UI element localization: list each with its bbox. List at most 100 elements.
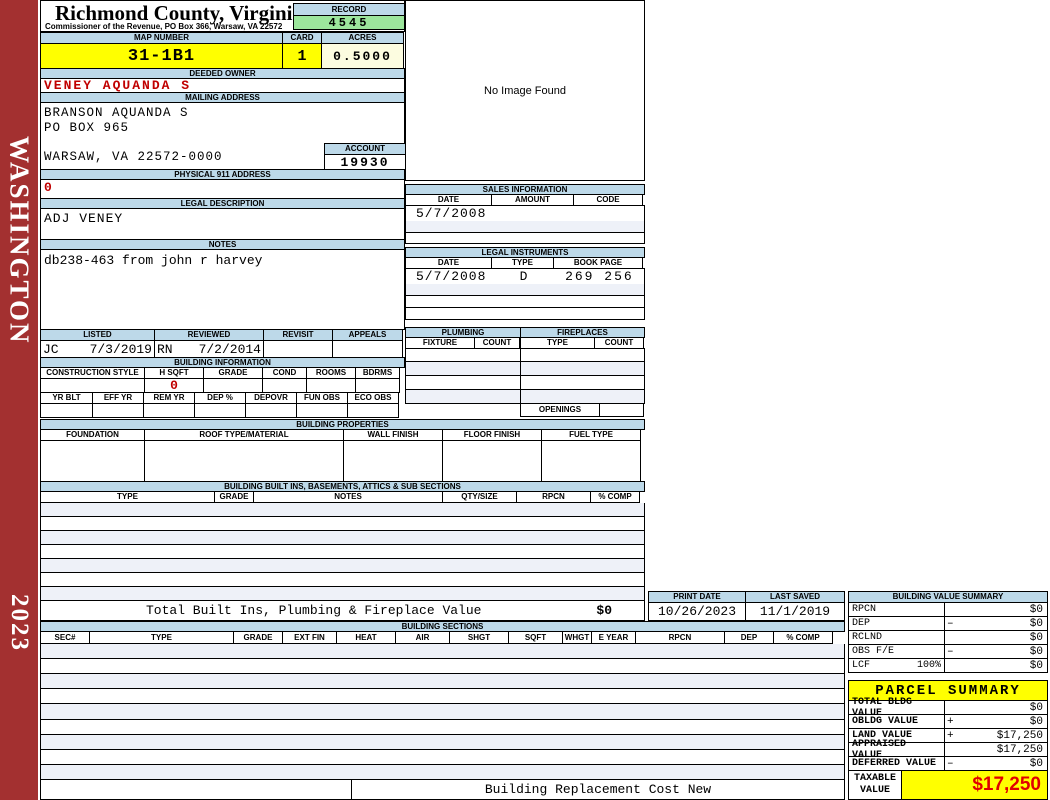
mailing-address-box: BRANSON AQUANDA S PO BOX 965 WARSAW, VA … [40,102,406,171]
empty-row [406,348,520,362]
empty-row [41,644,844,660]
bvs-rclnd-label: RCLND [852,632,883,643]
empty-row [41,704,844,720]
effyr-value [92,403,144,418]
county-subtitle: Commissioner of the Revenue, PO Box 366,… [45,22,283,31]
listed-by: JC [43,341,59,357]
total-bldg-value: $0 [1029,701,1043,714]
empty-row [406,233,644,244]
foundation-value [40,440,145,482]
deferred-label: DEFERRED VALUE [852,758,937,769]
funobs-value [296,403,348,418]
record-value: 4545 [293,15,405,30]
empty-row [406,296,644,308]
bdrms-value [355,378,400,393]
empty-row [406,376,520,390]
listed-value: JC 7/3/2019 [40,340,155,358]
empty-row [521,362,644,376]
reviewed-value: RN 7/2/2014 [154,340,264,358]
builtin-type-label: TYPE [40,491,215,503]
builtin-comp-label: % COMP [590,491,640,503]
map-number-value: 31-1B1 [40,43,283,69]
mailing-line-2: PO BOX 965 [44,121,130,135]
construction-style-value [40,378,145,393]
section-grade-label: GRADE [233,631,283,644]
bvs-lcf-pct: 100% [916,660,941,671]
section-type-label: TYPE [89,631,234,644]
section-air-label: AIR [395,631,450,644]
photo-panel: No Image Found [405,0,645,181]
yrblt-value [40,403,93,418]
bvs-obs-value: $0 [1029,645,1043,658]
built-ins-total-label: Total Built Ins, Plumbing & Fireplace Va… [146,603,482,618]
bvs-obs-sign: – [947,645,954,658]
fuel-type-value [541,440,641,482]
deeded-owner-name: VENEY AQUANDA S [40,78,405,93]
dep-pct-value [194,403,246,418]
sections-footer-spacer [40,779,352,800]
bvs-rpcn-value: $0 [1029,603,1043,616]
mailing-line-3: WARSAW, VA 22572-0000 [44,150,223,164]
appeals-value [332,340,403,358]
cond-value [262,378,307,393]
reviewed-by: RN [157,341,173,357]
bvs-obs-label: OBS F/E [852,646,895,657]
ecoobs-value [347,403,399,418]
empty-row [41,720,844,735]
instr-type-value: D [519,269,528,284]
deferred-sign: – [947,757,954,770]
legal-description-value: ADJ VENEY [40,208,405,240]
record-box: RECORD 4545 [293,3,405,31]
account-box: ACCOUNT 19930 [324,143,406,171]
floor-finish-value [442,440,542,482]
acres-value: 0.5000 [321,43,404,69]
empty-row [41,674,844,690]
fireplaces-empty-rows [520,348,645,404]
mailing-line-1: BRANSON AQUANDA S [44,106,189,120]
notes-value: db238-463 from john r harvey [40,249,405,330]
property-record-card: WASHINGTON 2023 Richmond County, Virgini… [0,0,1050,800]
empty-row [41,531,644,545]
empty-row [406,362,520,376]
sales-empty-rows [405,221,645,244]
binder-sidebar: WASHINGTON 2023 [0,0,38,800]
parcel-summary: PARCEL SUMMARY TOTAL BLDG VALUE $0 OBLDG… [848,680,1048,800]
roof-value [144,440,344,482]
built-ins-empty-rows [40,503,645,601]
empty-row [521,348,644,362]
instr-date-value: 5/7/2008 [416,269,487,284]
remyr-value [143,403,195,418]
reviewed-date: 7/2/2014 [198,341,261,357]
builtin-rpcn-label: RPCN [516,491,591,503]
builtin-notes-label: NOTES [253,491,443,503]
empty-row [41,559,644,573]
empty-row [41,573,644,587]
no-image-text: No Image Found [484,84,566,97]
empty-row [41,545,644,559]
empty-row [521,390,644,403]
sec-num-label: SEC# [40,631,90,644]
section-eyear-label: E YEAR [591,631,636,644]
built-ins-total-value: $0 [596,603,612,618]
taxable-label: TAXABLE VALUE [848,771,902,800]
empty-row [41,750,844,765]
builtin-grade-label: GRADE [214,491,254,503]
instruments-row: 5/7/2008 D 269 256 [405,268,645,285]
empty-row [41,764,844,779]
sections-footer-label: Building Replacement Cost New [351,779,845,800]
section-shgt-label: SHGT [449,631,509,644]
title-block: Richmond County, Virginia Commissioner o… [40,0,405,32]
builtin-qty-label: QTY/SIZE [442,491,517,503]
building-sections-empty-rows [40,644,845,780]
empty-row [406,308,644,319]
bvs-lcf-value: $0 [1029,659,1043,672]
empty-row [41,587,644,600]
obldg-sign: + [947,715,954,728]
empty-row [41,503,644,517]
bvs-rclnd-value: $0 [1029,631,1043,644]
listed-date: 7/3/2019 [89,341,152,357]
empty-row [406,284,644,296]
taxable-value: $17,250 [902,771,1048,800]
section-rpcn-label: RPCN [635,631,725,644]
openings-label: OPENINGS [520,403,600,417]
